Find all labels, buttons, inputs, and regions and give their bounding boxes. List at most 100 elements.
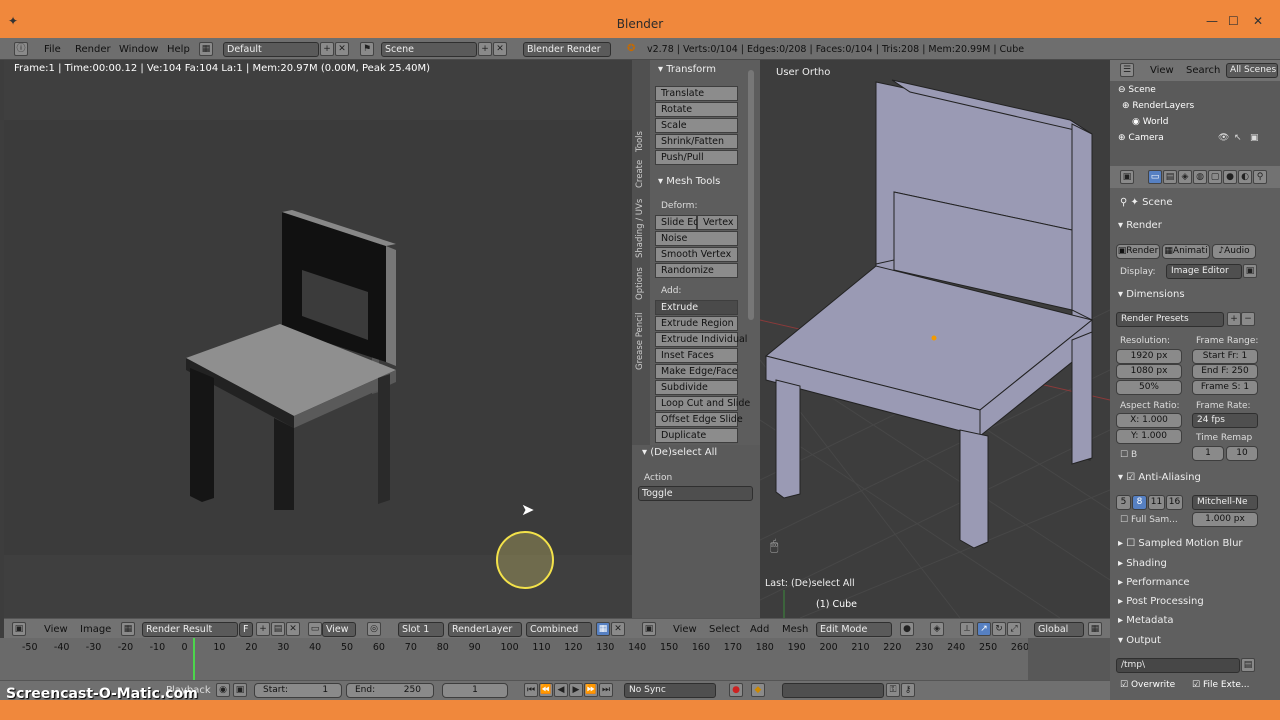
extrude-dropdown[interactable]: Extrude: [655, 300, 738, 315]
translate-button[interactable]: Translate: [655, 86, 738, 101]
rotate-button[interactable]: Rotate: [655, 102, 738, 117]
shrink-fatten-button[interactable]: Shrink/Fatten: [655, 134, 738, 149]
aa-samples-5[interactable]: 5: [1116, 495, 1131, 510]
scene-dropdown[interactable]: Scene: [381, 42, 477, 57]
layers-tab-icon[interactable]: ▤: [1163, 170, 1177, 184]
output-path-field[interactable]: /tmp\: [1116, 658, 1240, 673]
offset-edge-slide-button[interactable]: Offset Edge Slide: [655, 412, 743, 427]
action-dropdown[interactable]: Toggle: [638, 486, 753, 501]
sync-mode-dropdown[interactable]: No Sync: [624, 683, 716, 698]
jump-keyframe-back-icon[interactable]: ⏪: [539, 683, 553, 697]
image-browse-icon[interactable]: ▦: [121, 622, 135, 636]
menu-window[interactable]: Window: [119, 44, 158, 55]
editor-type-icon[interactable]: ▣: [642, 622, 656, 636]
display-dropdown[interactable]: Image Editor: [1166, 264, 1242, 279]
fake-user-button[interactable]: F: [239, 622, 253, 637]
render-pass-dropdown[interactable]: Combined: [526, 622, 592, 637]
layers-icon[interactable]: ▦: [1088, 622, 1102, 636]
object-tab-icon[interactable]: ▢: [1208, 170, 1222, 184]
unlink-image-icon[interactable]: ✕: [286, 622, 300, 636]
scene-tab-icon[interactable]: ◈: [1178, 170, 1192, 184]
extrude-region-button[interactable]: Extrude Region: [655, 316, 738, 331]
close-icon[interactable]: ✕: [1253, 14, 1263, 28]
shelf-scrollbar[interactable]: [748, 70, 754, 320]
scale-button[interactable]: Scale: [655, 118, 738, 133]
pivot-point-icon[interactable]: ◈: [930, 622, 944, 636]
aa-samples-11[interactable]: 11: [1148, 495, 1165, 510]
mode-dropdown[interactable]: Edit Mode: [816, 622, 892, 637]
jump-keyframe-forward-icon[interactable]: ⏩: [584, 683, 598, 697]
minimize-icon[interactable]: —: [1206, 14, 1218, 28]
remove-preset-icon[interactable]: −: [1241, 312, 1255, 326]
outliner-item-scene[interactable]: ⊖ Scene: [1118, 85, 1156, 95]
slide-edge-button[interactable]: Slide Ed: [655, 215, 699, 230]
start-frame-field[interactable]: Start: 1: [254, 683, 342, 698]
play-icon[interactable]: ▶: [569, 683, 583, 697]
outliner-item-camera[interactable]: ⊕ Camera: [1118, 133, 1164, 143]
menu-image[interactable]: Image: [80, 624, 111, 635]
audio-button[interactable]: ♪Audio: [1212, 244, 1256, 259]
editor-type-icon[interactable]: ☰: [1120, 63, 1134, 77]
loop-cut-button[interactable]: Loop Cut and Slide: [655, 396, 750, 411]
record-key-icon[interactable]: ◉: [216, 683, 230, 697]
maximize-icon[interactable]: ☐: [1228, 14, 1239, 28]
editor-type-icon[interactable]: ⓘ: [14, 42, 28, 56]
menu-view[interactable]: View: [44, 624, 68, 635]
resolution-percent-field[interactable]: 50%: [1116, 380, 1182, 395]
menu-select[interactable]: Select: [709, 624, 740, 635]
orientation-dropdown[interactable]: Global: [1034, 622, 1084, 637]
output-panel-header[interactable]: ▾ Output: [1118, 635, 1161, 646]
menu-mesh[interactable]: Mesh: [782, 624, 808, 635]
tab-shading-uvs[interactable]: Shading / UVs: [635, 199, 645, 258]
browse-folder-icon[interactable]: ▤: [1241, 658, 1255, 672]
editor-type-icon[interactable]: ▣: [1120, 170, 1134, 184]
visibility-eye-icon[interactable]: 👁: [1218, 133, 1229, 143]
play-reverse-icon[interactable]: ◀: [554, 683, 568, 697]
outliner-item-renderlayers[interactable]: ⊕ RenderLayers: [1122, 101, 1194, 111]
menu-help[interactable]: Help: [167, 44, 190, 55]
add-scene-icon[interactable]: +: [478, 42, 492, 56]
tab-tools[interactable]: Tools: [635, 131, 645, 152]
noise-button[interactable]: Noise: [655, 231, 738, 246]
aspect-x-field[interactable]: X: 1.000: [1116, 413, 1182, 428]
display-mode-dropdown[interactable]: All Scenes: [1226, 63, 1278, 78]
material-tab-icon[interactable]: ●: [1223, 170, 1237, 184]
menu-file[interactable]: File: [44, 44, 61, 55]
current-frame-field[interactable]: 1: [442, 683, 508, 698]
rotate-manipulator-icon[interactable]: ↻: [992, 622, 1006, 636]
menu-view[interactable]: View: [673, 624, 697, 635]
timeline[interactable]: -50 -40 -30 -20 -10 0 10 20 30 40 50 60 70 80 90 100 110…: [0, 638, 1110, 680]
file-extension-checkbox[interactable]: ☑ File Exte...: [1192, 680, 1250, 690]
editor-type-icon[interactable]: ▣: [12, 622, 26, 636]
aa-filter-dropdown[interactable]: Mitchell-Ne: [1192, 495, 1258, 510]
subdivide-button[interactable]: Subdivide: [655, 380, 738, 395]
3d-viewport[interactable]: User Ortho Last: (De)select All (1) Cube…: [760, 60, 1110, 618]
auto-keyframe-icon[interactable]: ●: [729, 683, 743, 697]
extrude-individual-button[interactable]: Extrude Individual: [655, 332, 747, 347]
display-channels-icon[interactable]: ▦: [596, 622, 610, 636]
image-name-field[interactable]: Render Result: [142, 622, 238, 637]
frame-step-field[interactable]: Frame S: 1: [1192, 380, 1258, 395]
border-checkbox[interactable]: ☐ B: [1120, 450, 1137, 460]
menu-add[interactable]: Add: [750, 624, 769, 635]
full-sample-checkbox[interactable]: ☐ Full Sam...: [1120, 515, 1178, 525]
aa-samples-8[interactable]: 8: [1132, 495, 1147, 510]
operator-header[interactable]: ▾ (De)select All: [642, 447, 717, 458]
push-pull-button[interactable]: Push/Pull: [655, 150, 738, 165]
delete-keyframe-icon[interactable]: ⚷: [901, 683, 915, 697]
pivot-icon[interactable]: ◎: [367, 622, 381, 636]
metadata-panel-header[interactable]: ▸ Metadata: [1118, 615, 1174, 626]
keying-set-field[interactable]: [782, 683, 884, 698]
transform-panel-header[interactable]: ▾ Transform: [658, 64, 716, 75]
make-edge-face-button[interactable]: Make Edge/Face: [655, 364, 738, 379]
randomize-button[interactable]: Randomize: [655, 263, 738, 278]
render-layer-dropdown[interactable]: RenderLayer: [448, 622, 522, 637]
end-frame-field[interactable]: End: 250: [346, 683, 434, 698]
filter-size-field[interactable]: 1.000 px: [1192, 512, 1258, 527]
remove-layout-icon[interactable]: ✕: [335, 42, 349, 56]
remove-scene-icon[interactable]: ✕: [493, 42, 507, 56]
shading-panel-header[interactable]: ▸ Shading: [1118, 558, 1167, 569]
lock-interface-icon[interactable]: ▣: [1243, 264, 1257, 278]
slot-dropdown[interactable]: Slot 1: [398, 622, 444, 637]
tab-grease-pencil[interactable]: Grease Pencil: [635, 312, 645, 370]
